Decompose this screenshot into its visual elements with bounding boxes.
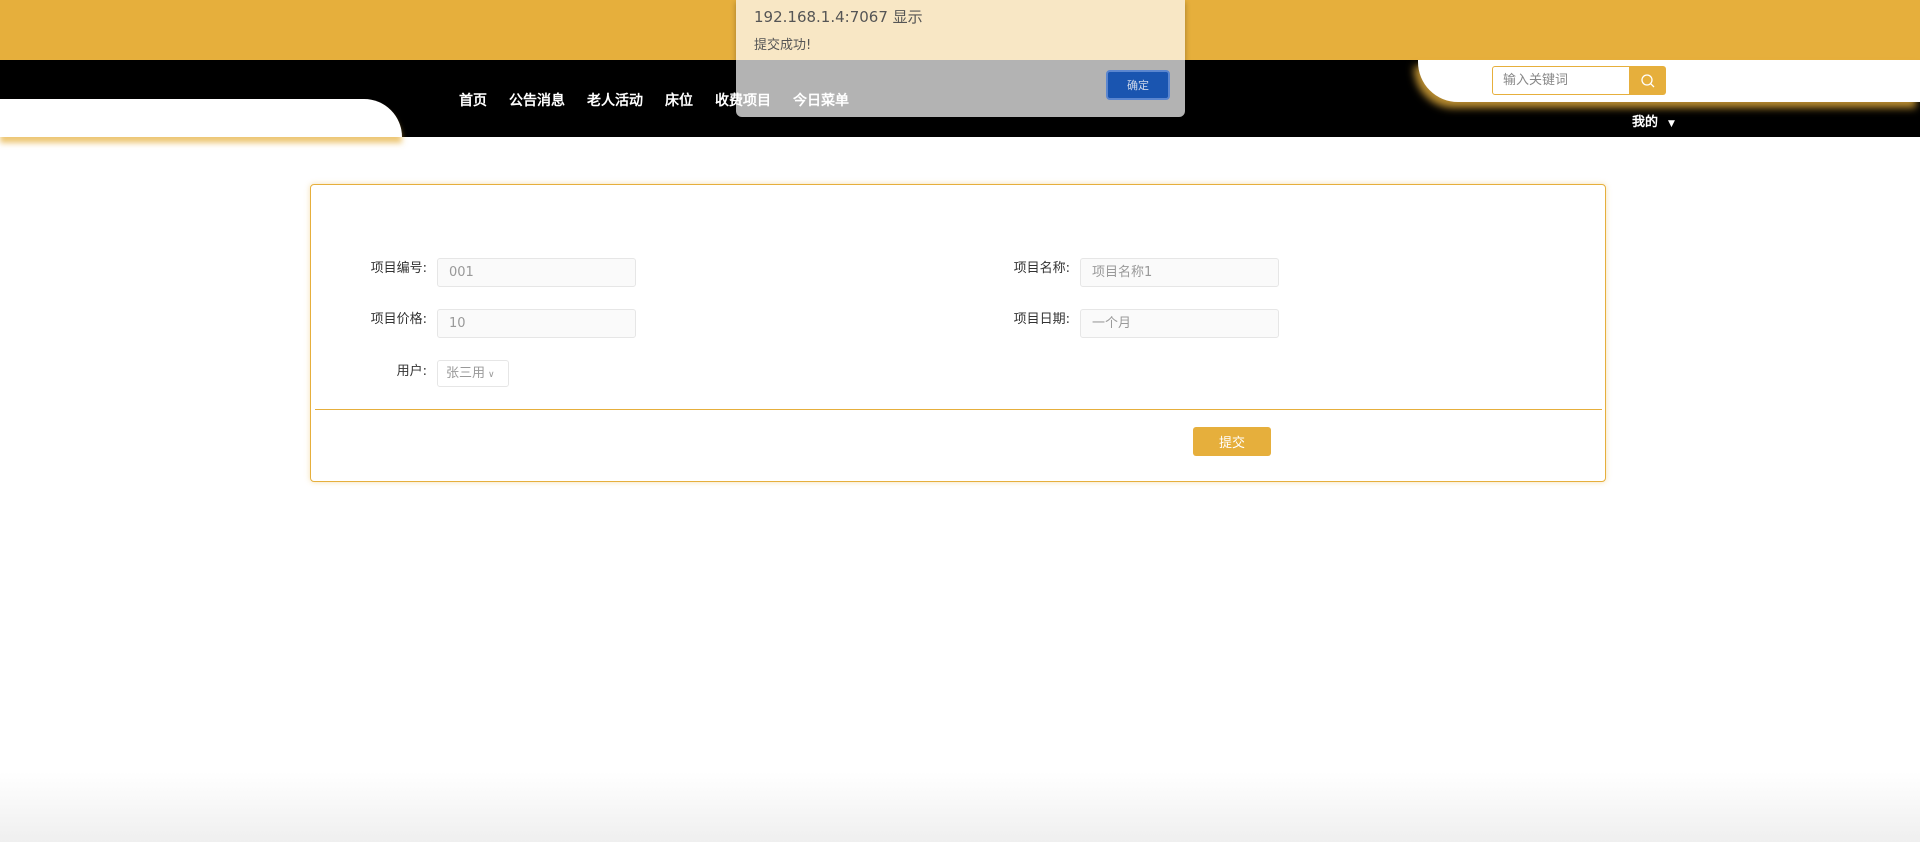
my-menu[interactable]: 我的 ▼	[1632, 111, 1675, 130]
nav-beds[interactable]: 床位	[665, 90, 693, 110]
nav-home[interactable]: 首页	[459, 90, 487, 110]
my-label: 我的	[1632, 115, 1659, 130]
submit-button[interactable]: 提交	[1193, 427, 1271, 456]
ok-button[interactable]: 确定	[1106, 70, 1170, 100]
caret-down-icon: ▼	[1668, 119, 1675, 129]
page-footer-fade	[0, 772, 1920, 842]
form-card: 项目编号: 001 项目名称: 项目名称1 项目价格: 10 项目日期: 一个月…	[310, 184, 1606, 482]
nav-notices[interactable]: 公告消息	[509, 90, 565, 110]
code-label: 项目编号:	[370, 261, 427, 276]
nav-activities[interactable]: 老人活动	[587, 90, 643, 110]
search-input[interactable]	[1492, 66, 1630, 95]
user-select[interactable]: 张三用 ∨	[437, 360, 509, 387]
price-field[interactable]: 10	[437, 309, 636, 338]
search-button[interactable]	[1630, 66, 1666, 95]
code-field[interactable]: 001	[437, 258, 636, 287]
price-label: 项目价格:	[370, 312, 427, 327]
logo-area	[0, 99, 402, 137]
user-label: 用户:	[396, 364, 427, 379]
chevron-down-icon: ∨	[488, 370, 495, 380]
dialog-title: 192.168.1.4:7067 显示	[754, 8, 923, 26]
nav-fee-items[interactable]: 收费项目	[715, 90, 771, 110]
main-nav: 首页 公告消息 老人活动 床位 收费项目 今日菜单	[459, 90, 849, 110]
divider	[315, 409, 1602, 410]
date-field[interactable]: 一个月	[1080, 309, 1279, 338]
user-value: 张三用	[446, 366, 486, 381]
search-icon	[1641, 73, 1655, 87]
date-label: 项目日期:	[1013, 312, 1070, 327]
nav-menu[interactable]: 今日菜单	[793, 90, 849, 110]
name-label: 项目名称:	[1013, 261, 1070, 276]
name-field[interactable]: 项目名称1	[1080, 258, 1279, 287]
dialog-message: 提交成功!	[754, 38, 812, 53]
